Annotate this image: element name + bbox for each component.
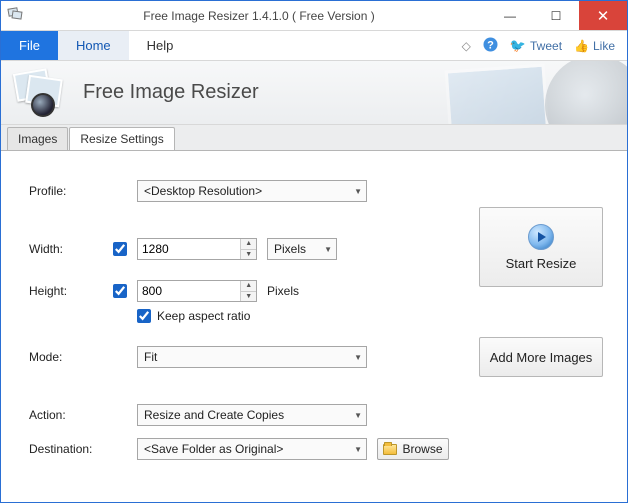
browse-button[interactable]: Browse	[377, 438, 449, 460]
tweet-label: Tweet	[530, 39, 562, 53]
profile-label: Profile:	[29, 184, 113, 198]
resize-form: Profile: <Desktop Resolution> ▼ Width: ▲…	[29, 179, 449, 479]
height-up[interactable]: ▲	[241, 281, 256, 292]
mode-label: Mode:	[29, 350, 113, 364]
mode-value: Fit	[144, 350, 348, 364]
profile-select[interactable]: <Desktop Resolution> ▼	[137, 180, 367, 202]
menu-file[interactable]: File	[1, 31, 58, 60]
action-label: Action:	[29, 408, 113, 422]
close-button[interactable]: ✕	[579, 1, 627, 30]
width-unit-select[interactable]: Pixels ▼	[267, 238, 337, 260]
keep-aspect-checkbox[interactable]	[137, 309, 151, 323]
action-select[interactable]: Resize and Create Copies ▼	[137, 404, 367, 426]
height-input[interactable]	[138, 281, 240, 301]
tab-content: Profile: <Desktop Resolution> ▼ Width: ▲…	[1, 150, 627, 502]
height-unit-label: Pixels	[267, 284, 299, 298]
title-bar: Free Image Resizer 1.4.1.0 ( Free Versio…	[1, 1, 627, 31]
chevron-down-icon: ▼	[348, 445, 362, 454]
keep-aspect-label: Keep aspect ratio	[157, 309, 250, 323]
chevron-down-icon: ▼	[318, 245, 332, 254]
chevron-down-icon: ▼	[348, 353, 362, 362]
width-label: Width:	[29, 242, 113, 256]
banner-bg-photo	[445, 64, 550, 125]
home-icon[interactable]: ◇	[462, 39, 471, 53]
height-enabled-checkbox[interactable]	[113, 284, 127, 298]
width-input[interactable]	[138, 239, 240, 259]
add-more-images-button[interactable]: Add More Images	[479, 337, 603, 377]
app-window: Free Image Resizer 1.4.1.0 ( Free Versio…	[0, 0, 628, 503]
banner-bg-lens	[545, 61, 627, 125]
start-resize-label: Start Resize	[506, 256, 577, 271]
app-title: Free Image Resizer	[83, 81, 259, 104]
mode-select[interactable]: Fit ▼	[137, 346, 367, 368]
menu-bar: File Home Help ◇ ? 🐦 Tweet 👍 Like	[1, 31, 627, 61]
destination-value: <Save Folder as Original>	[144, 442, 348, 456]
width-down[interactable]: ▼	[241, 250, 256, 260]
play-icon	[528, 224, 554, 250]
add-more-label: Add More Images	[490, 350, 593, 365]
width-unit-value: Pixels	[274, 242, 318, 256]
app-icon	[1, 8, 31, 24]
tab-resize-settings[interactable]: Resize Settings	[69, 127, 174, 151]
app-logo	[13, 69, 71, 117]
width-enabled-checkbox[interactable]	[113, 242, 127, 256]
profile-value: <Desktop Resolution>	[144, 184, 348, 198]
svg-text:?: ?	[487, 39, 494, 51]
like-label: Like	[593, 39, 615, 53]
height-down[interactable]: ▼	[241, 292, 256, 302]
twitter-icon: 🐦	[510, 38, 526, 54]
browse-label: Browse	[402, 442, 442, 456]
tweet-button[interactable]: 🐦 Tweet	[510, 38, 562, 54]
banner: Free Image Resizer	[1, 61, 627, 125]
destination-select[interactable]: <Save Folder as Original> ▼	[137, 438, 367, 460]
chevron-down-icon: ▼	[348, 411, 362, 420]
height-spinner[interactable]: ▲▼	[137, 280, 257, 302]
menu-help[interactable]: Help	[129, 31, 192, 60]
tab-images[interactable]: Images	[7, 127, 68, 151]
tab-strip: Images Resize Settings	[1, 125, 627, 150]
width-up[interactable]: ▲	[241, 239, 256, 250]
folder-icon	[383, 444, 397, 455]
thumbs-up-icon: 👍	[574, 39, 589, 53]
chevron-down-icon: ▼	[348, 187, 362, 196]
width-spinner[interactable]: ▲▼	[137, 238, 257, 260]
action-value: Resize and Create Copies	[144, 408, 348, 422]
height-label: Height:	[29, 284, 113, 298]
help-icon[interactable]: ?	[483, 37, 498, 55]
destination-label: Destination:	[29, 442, 113, 456]
minimize-button[interactable]: —	[487, 1, 533, 30]
menu-home[interactable]: Home	[58, 31, 129, 60]
like-button[interactable]: 👍 Like	[574, 39, 615, 53]
maximize-button[interactable]: ☐	[533, 1, 579, 30]
start-resize-button[interactable]: Start Resize	[479, 207, 603, 287]
window-title: Free Image Resizer 1.4.1.0 ( Free Versio…	[31, 9, 487, 23]
